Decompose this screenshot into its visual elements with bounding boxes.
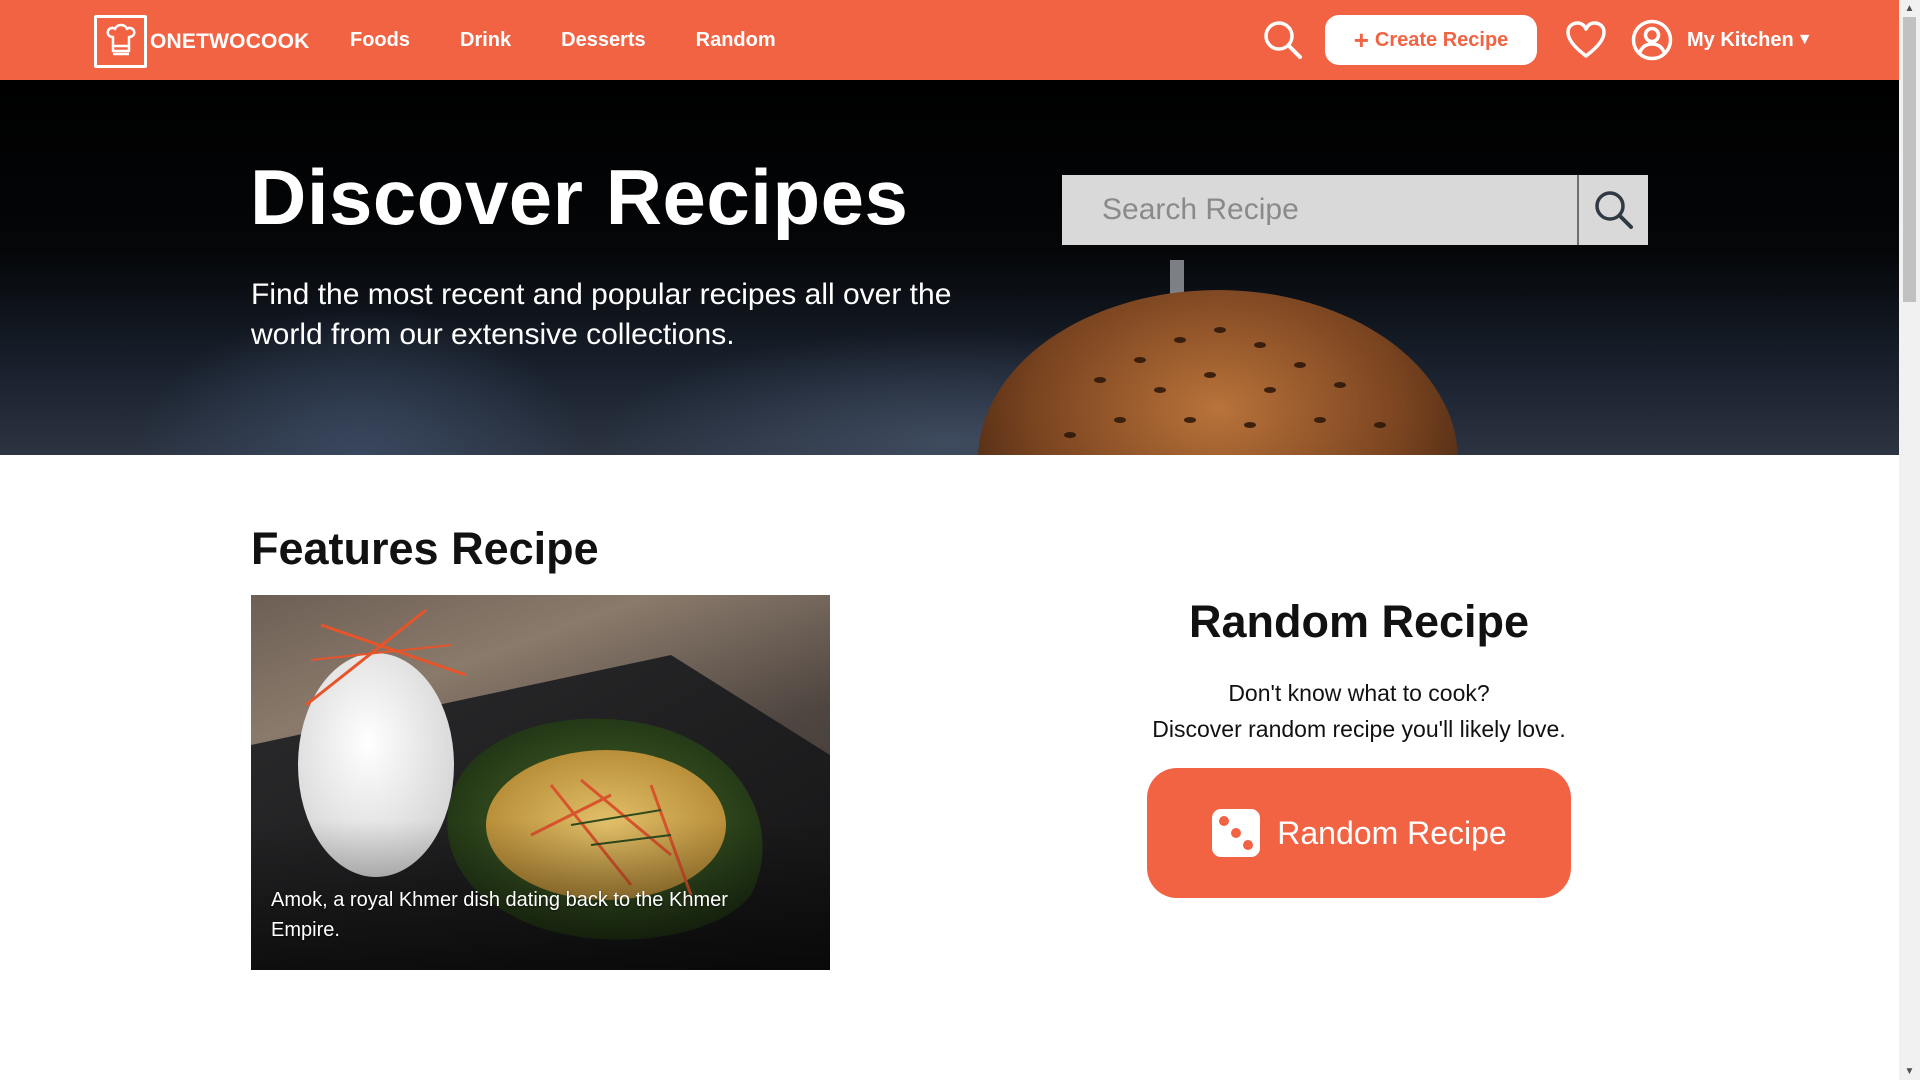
nav-link-foods[interactable]: Foods [350, 29, 410, 52]
scroll-up-arrow-icon[interactable]: ▲ [1899, 0, 1920, 17]
burger-bun-image [978, 260, 1458, 455]
featured-recipe-card[interactable]: Amok, a royal Khmer dish dating back to … [251, 595, 830, 970]
heart-icon[interactable] [1565, 20, 1607, 60]
scrollbar-thumb[interactable] [1903, 17, 1916, 302]
create-recipe-button[interactable]: + Create Recipe [1325, 15, 1537, 65]
search-submit-button[interactable] [1577, 175, 1648, 245]
dice-icon [1212, 809, 1261, 857]
search-icon [1594, 191, 1633, 229]
random-recipe-button-label: Random Recipe [1277, 814, 1507, 851]
features-title: Features Recipe [251, 523, 599, 574]
plus-icon: + [1353, 25, 1369, 55]
top-navbar: ONETWOCOOK Foods Drink Desserts Random +… [0, 0, 1899, 80]
brand-logo[interactable]: ONETWOCOOK [94, 15, 310, 68]
nav-link-drink[interactable]: Drink [460, 29, 511, 52]
create-recipe-label: Create Recipe [1374, 28, 1509, 51]
search-input[interactable] [1062, 175, 1577, 245]
hero-subtitle: Find the most recent and popular recipes… [251, 278, 952, 351]
main-nav: Foods Drink Desserts Random [350, 0, 826, 80]
brand-name: ONETWOCOOK [150, 29, 310, 53]
random-recipe-button[interactable]: Random Recipe [1147, 768, 1571, 898]
page-scrollbar[interactable]: ▲ ▼ [1899, 0, 1920, 1080]
nav-link-random[interactable]: Random [696, 29, 776, 52]
my-kitchen-menu[interactable]: My Kitchen ▼ [1687, 0, 1813, 80]
scroll-down-arrow-icon[interactable]: ▼ [1899, 1063, 1920, 1080]
random-recipe-description: Don't know what to cook? Discover random… [1087, 675, 1631, 747]
chevron-down-icon: ▼ [1796, 31, 1813, 48]
random-recipe-line-1: Don't know what to cook? [1228, 680, 1490, 706]
hero-banner: Discover Recipes Find the most recent an… [0, 80, 1899, 455]
my-kitchen-label: My Kitchen [1687, 28, 1794, 51]
random-recipe-line-2: Discover random recipe you'll likely lov… [1152, 716, 1566, 742]
random-recipe-title: Random Recipe [1188, 596, 1530, 647]
user-icon[interactable] [1631, 19, 1673, 61]
featured-recipe-caption: Amok, a royal Khmer dish dating back to … [271, 889, 728, 941]
nav-link-desserts[interactable]: Desserts [561, 29, 646, 52]
hero-title: Discover Recipes [250, 153, 909, 241]
logo-icon [94, 15, 147, 68]
search-icon[interactable] [1262, 19, 1304, 61]
